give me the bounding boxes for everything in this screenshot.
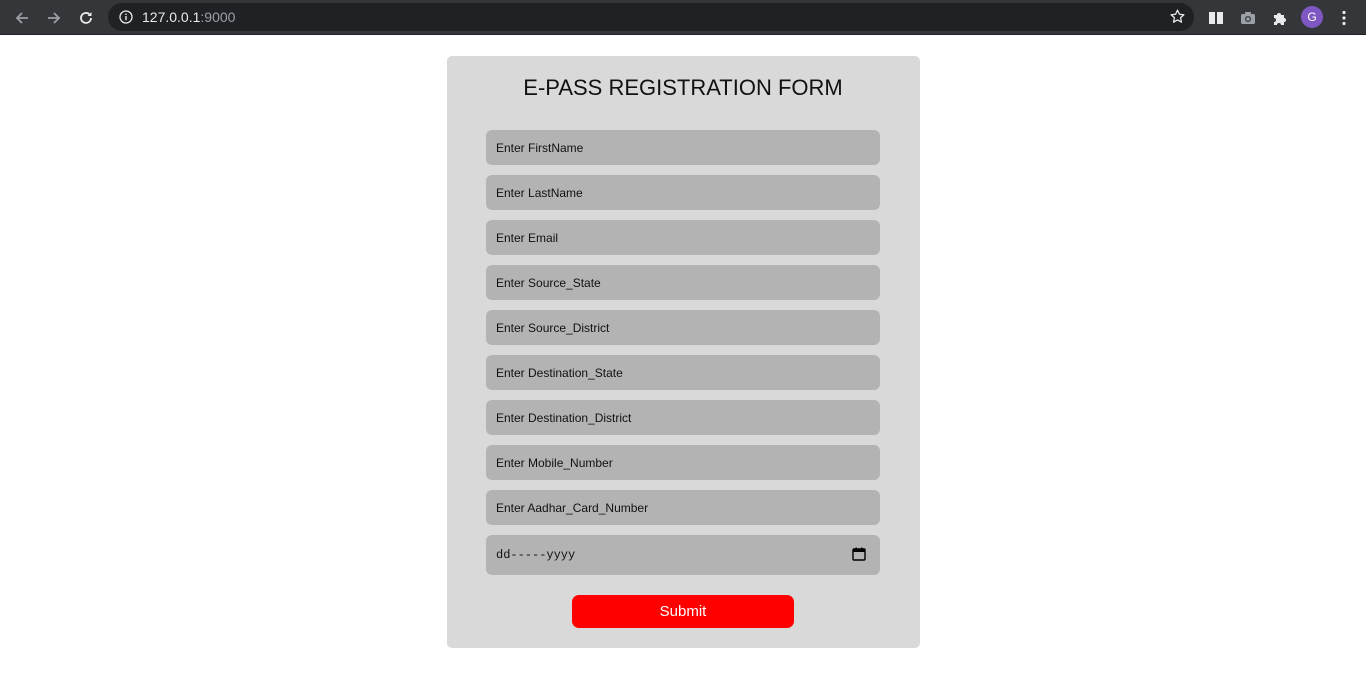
camera-icon (1241, 12, 1255, 24)
source-state-input[interactable] (486, 265, 880, 300)
arrow-right-icon (48, 12, 61, 24)
calendar-icon[interactable] (852, 547, 866, 561)
browser-menu-button[interactable] (1330, 4, 1358, 32)
submit-button[interactable]: Submit (572, 595, 794, 628)
aadhar-card-number-input[interactable] (486, 490, 880, 525)
back-button[interactable] (8, 4, 36, 32)
email-input[interactable] (486, 220, 880, 255)
form-title: E-PASS REGISTRATION FORM (523, 75, 843, 100)
kebab-menu-icon (1342, 10, 1346, 26)
first-name-input[interactable] (486, 130, 880, 165)
url-text: 127.0.0.1:9000 (142, 9, 235, 25)
extensions-button[interactable] (1266, 4, 1294, 32)
puzzle-icon (1274, 13, 1286, 25)
profile-avatar[interactable]: G (1301, 6, 1323, 28)
reload-icon (80, 12, 92, 24)
url-host: 127.0.0.1 (142, 9, 201, 25)
info-icon[interactable] (118, 9, 134, 25)
destination-district-input[interactable] (486, 400, 880, 435)
star-icon[interactable] (1169, 8, 1186, 25)
last-name-input[interactable] (486, 175, 880, 210)
arrow-left-icon (15, 12, 28, 24)
screenshot-button[interactable] (1234, 4, 1262, 32)
date-input[interactable]: dd-----yyyy (486, 535, 880, 575)
source-district-input[interactable] (486, 310, 880, 345)
reading-list-button[interactable] (1202, 4, 1230, 32)
reading-list-icon (1209, 12, 1223, 24)
destination-state-input[interactable] (486, 355, 880, 390)
url-port: :9000 (200, 9, 236, 25)
date-placeholder: dd-----yyyy (496, 548, 576, 562)
forward-button[interactable] (40, 4, 68, 32)
address-bar[interactable]: 127.0.0.1:9000 (108, 3, 1194, 31)
reload-button[interactable] (72, 4, 100, 32)
mobile-number-input[interactable] (486, 445, 880, 480)
browser-toolbar: 127.0.0.1:9000 G (0, 0, 1366, 35)
